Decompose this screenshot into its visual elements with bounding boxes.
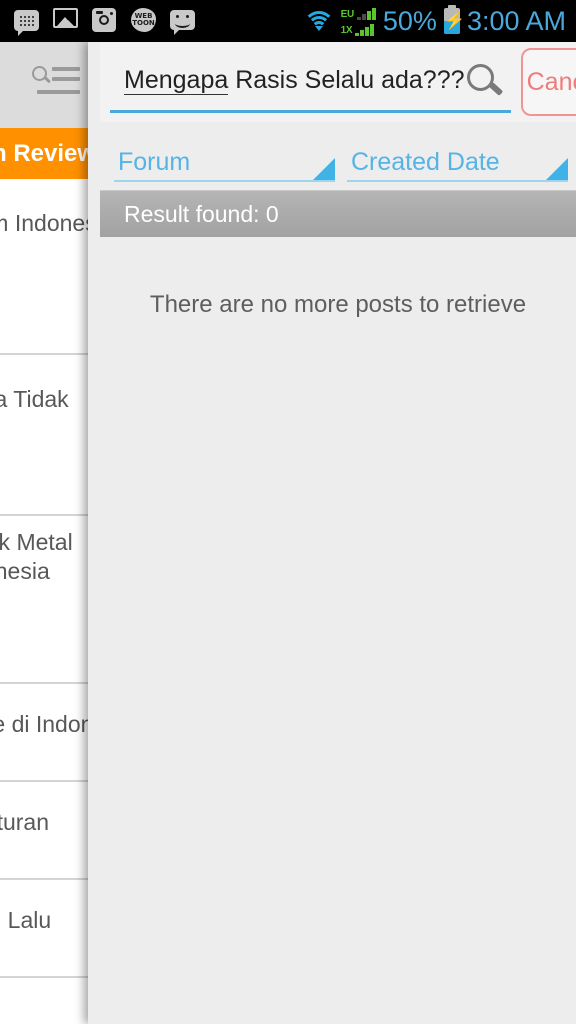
battery-percent-label: 50% (382, 5, 437, 36)
search-icon[interactable] (465, 61, 505, 101)
status-bar: WEB TOON EU 1X 50% ⚡ 3:00 AM (0, 0, 576, 42)
sidebar-list-item-label: Kenapa Tidak (0, 386, 69, 412)
filter-created-date[interactable]: Created Date (347, 136, 568, 182)
status-clock: 3:00 AM (466, 5, 566, 36)
empty-state-message: There are no more posts to retrieve (149, 291, 527, 318)
bbm-icon (14, 8, 41, 36)
filter-forum[interactable]: Forum (114, 136, 335, 182)
search-input-value: Mengapa Rasis Selalu ada??? (110, 66, 465, 95)
sidebar: Forum Review Forum Indonesia Kenapa Tida… (0, 42, 100, 1024)
dropdown-caret-icon (313, 158, 335, 180)
search-bar: Mengapa Rasis Selalu ada??? Cancel (100, 42, 576, 122)
sidebar-banner-title: Forum Review (0, 139, 97, 167)
search-query-spellchecked: Mengapa (124, 66, 229, 95)
webtoon-icon: WEB TOON (131, 7, 158, 35)
result-count-label: Result found: 0 (124, 200, 279, 227)
sidebar-list-item[interactable]: Anime di Indonesia (0, 684, 100, 782)
search-query-rest: Rasis Selalu ada??? (228, 66, 465, 94)
wifi-icon (302, 9, 335, 33)
signal-strength-icon: EU 1X (341, 6, 376, 36)
search-input[interactable]: Mengapa Rasis Selalu ada??? (110, 52, 511, 113)
webtoon-icon-line2: TOON (132, 18, 155, 27)
sidebar-toolbar (0, 42, 100, 128)
status-system-icons: EU 1X 50% ⚡ 3:00 AM (302, 5, 566, 36)
search-panel: Mengapa Rasis Selalu ada??? Cancel Forum… (88, 42, 576, 1024)
charging-bolt-icon: ⚡ (443, 11, 466, 30)
sidebar-list-item-label: Sejarah Lalu (0, 907, 52, 933)
sidebar-list-item[interactable]: Peraturan (0, 782, 100, 880)
signal-label-1x: 1X (340, 24, 353, 36)
sidebar-list-item[interactable]: Musik Metal Indonesia (0, 516, 100, 684)
sidebar-banner: Forum Review (0, 128, 100, 179)
cancel-button[interactable]: Cancel (520, 48, 576, 116)
messaging-smiley-icon (170, 8, 197, 35)
search-list-icon[interactable] (32, 64, 80, 102)
sidebar-list-item-label: Anime di Indonesia (0, 711, 100, 737)
results-list: There are no more posts to retrieve (100, 237, 576, 1024)
gallery-icon (53, 7, 80, 35)
search-panel-content: Mengapa Rasis Selalu ada??? Cancel Forum… (100, 42, 576, 1024)
app-screen: WEB TOON EU 1X 50% ⚡ 3:00 AM Review Indo… (0, 0, 576, 1024)
status-notification-icons: WEB TOON (14, 7, 304, 36)
filter-forum-label: Forum (118, 148, 191, 176)
sidebar-list-item-label: Peraturan (0, 809, 50, 835)
instagram-icon (92, 7, 119, 35)
filter-created-date-label: Created Date (351, 148, 500, 176)
filter-bar: Forum Created Date (100, 122, 576, 190)
sidebar-list-item[interactable]: Forum Indonesia (0, 179, 100, 355)
sidebar-list-item-label: Musik Metal Indonesia (0, 529, 73, 584)
battery-charging-icon: ⚡ (443, 5, 466, 34)
sidebar-list: Forum Indonesia Kenapa Tidak Musik Metal… (0, 179, 100, 1024)
result-count-bar: Result found: 0 (100, 190, 576, 237)
sidebar-list-item[interactable]: Sejarah Lalu (0, 880, 100, 978)
dropdown-caret-icon (546, 158, 568, 180)
sidebar-list-item[interactable]: Kenapa Tidak (0, 355, 100, 516)
sidebar-list-item-label: Forum Indonesia (0, 210, 100, 236)
signal-label-eu: EU (340, 8, 355, 20)
